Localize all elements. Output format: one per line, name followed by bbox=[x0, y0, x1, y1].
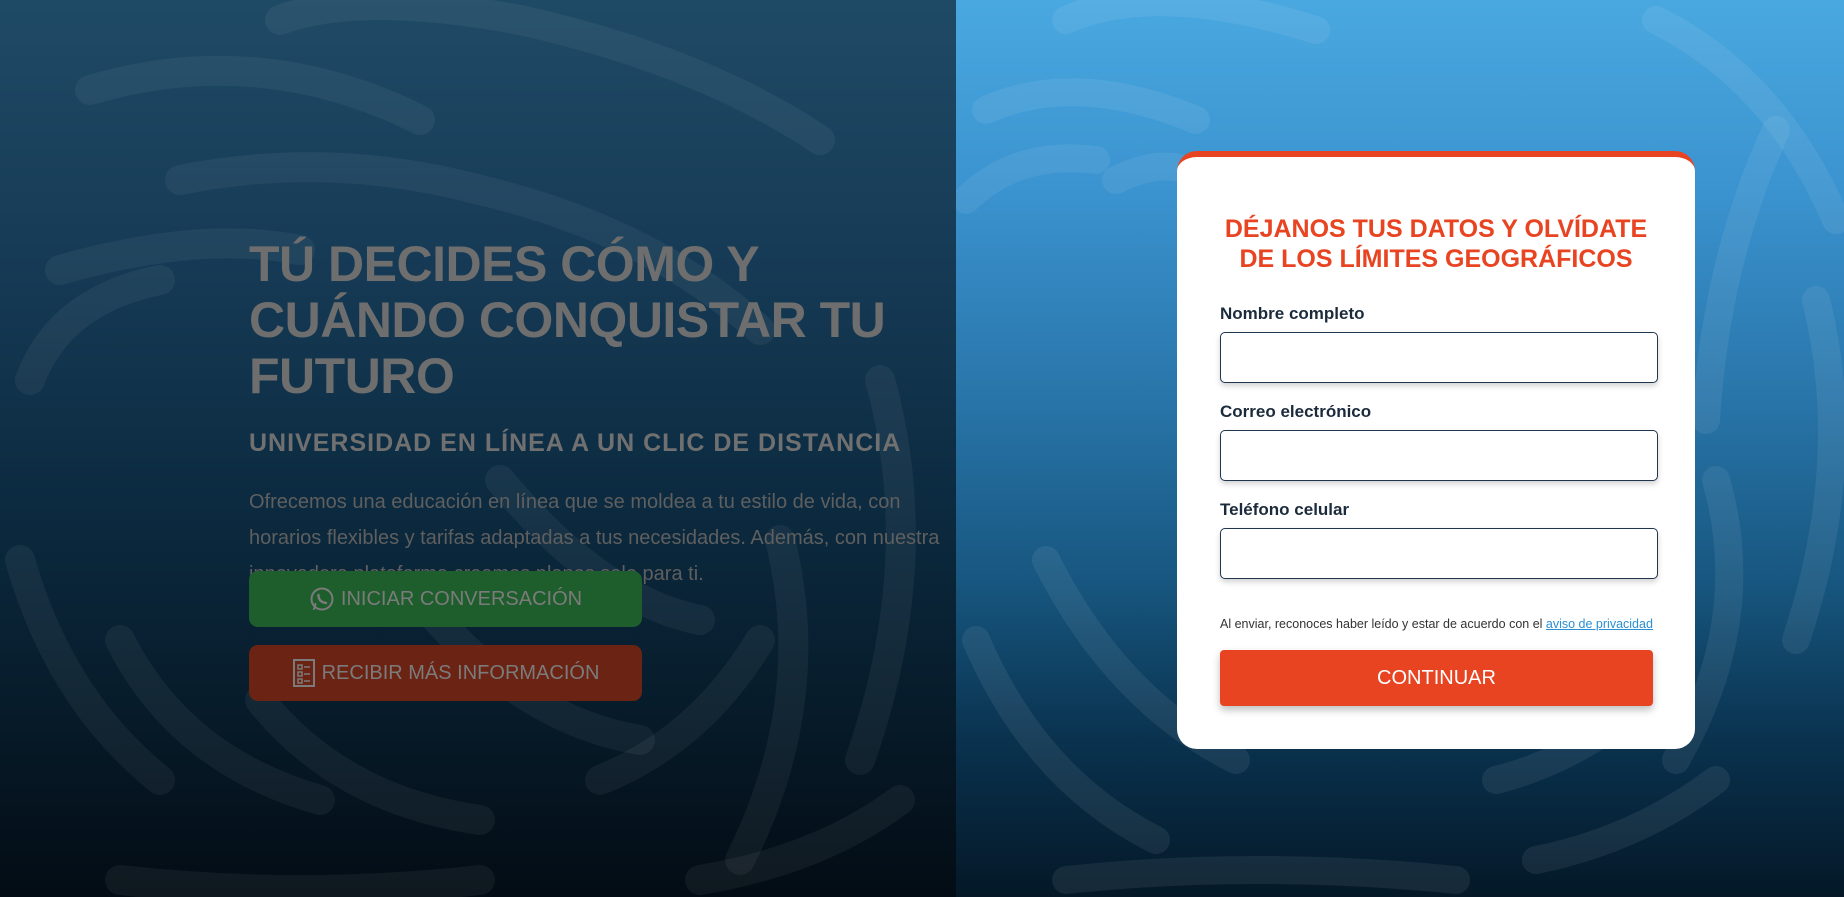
whatsapp-icon bbox=[309, 586, 335, 612]
hero-section: TÚ DECIDES CÓMO Y CUÁNDO CONQUISTAR TU F… bbox=[0, 0, 956, 897]
hero-subtitle: UNIVERSIDAD EN LÍNEA A UN CLIC DE DISTAN… bbox=[249, 429, 902, 457]
receive-info-button[interactable]: RECIBIR MÁS INFORMACIÓN bbox=[249, 645, 642, 701]
continue-button[interactable]: CONTINUAR bbox=[1220, 650, 1653, 706]
start-conversation-label: INICIAR CONVERSACIÓN bbox=[340, 587, 583, 610]
hero-title: TÚ DECIDES CÓMO Y CUÁNDO CONQUISTAR TU F… bbox=[249, 236, 886, 404]
full-name-label: Nombre completo bbox=[1220, 304, 1365, 323]
full-name-input[interactable] bbox=[1220, 332, 1658, 383]
privacy-link[interactable]: aviso de privacidad bbox=[1546, 617, 1653, 631]
start-conversation-button[interactable]: INICIAR CONVERSACIÓN bbox=[249, 571, 642, 627]
form-title: DÉJANOS TUS DATOS Y OLVÍDATE DE LOS LÍMI… bbox=[1224, 215, 1648, 273]
privacy-notice: Al enviar, reconoces haber leído y estar… bbox=[1220, 617, 1653, 631]
phone-label: Teléfono celular bbox=[1220, 500, 1350, 519]
email-label: Correo electrónico bbox=[1220, 402, 1372, 421]
email-input[interactable] bbox=[1220, 430, 1658, 481]
hero-content: TÚ DECIDES CÓMO Y CUÁNDO CONQUISTAR TU F… bbox=[249, 236, 956, 592]
privacy-text: Al enviar, reconoces haber leído y estar… bbox=[1220, 617, 1546, 631]
receive-info-label: RECIBIR MÁS INFORMACIÓN bbox=[321, 661, 600, 684]
lead-form-card: DÉJANOS TUS DATOS Y OLVÍDATE DE LOS LÍMI… bbox=[1177, 151, 1695, 749]
form-icon bbox=[292, 658, 316, 688]
phone-input[interactable] bbox=[1220, 528, 1658, 579]
